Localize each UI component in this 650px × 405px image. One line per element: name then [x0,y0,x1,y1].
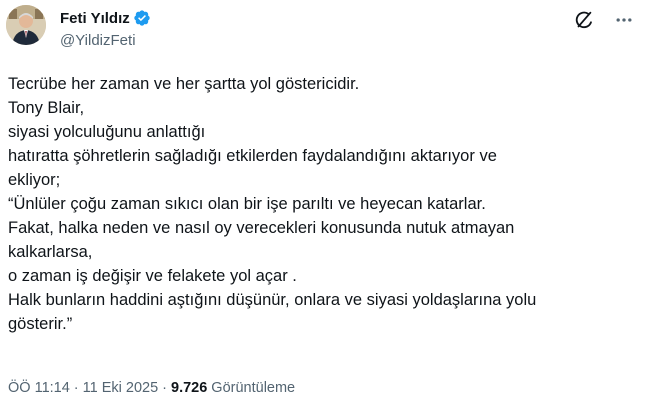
tweet-line: Halk bunların haddini aştığını düşünür, … [8,291,537,309]
tweet-line: Tecrübe her zaman ve her şartta yol göst… [8,75,360,93]
tweet-meta: ÖÖ 11:14 · 11 Eki 2025 · 9.726 Görüntüle… [8,380,295,396]
tweet-line: Tony Blair, [8,99,85,117]
name-row: Feti Yıldız [60,8,151,28]
tweet-line: Fakat, halka neden ve nasıl oy verecekle… [8,219,515,237]
tweet-line: ekliyor; [8,171,61,189]
grok-icon[interactable] [570,6,598,34]
more-horizontal-icon[interactable] [610,6,638,34]
avatar-image [6,5,46,45]
author-block: Feti Yıldız @YildizFeti [60,8,151,51]
avatar[interactable] [6,5,46,45]
tweet-line: hatıratta şöhretlerin sağladığı etkilerd… [8,147,497,165]
views-count: 9.726 [171,380,208,396]
user-handle[interactable]: @YildizFeti [60,31,151,51]
tweet-card: Feti Yıldız @YildizFeti Tecrübe her zama… [0,0,650,405]
tweet-time[interactable]: ÖÖ 11:14 [8,380,70,396]
tweet-line: kalkarlarsa, [8,243,93,261]
tweet-line: “Ünlüler çoğu zaman sıkıcı olan bir işe … [8,195,486,213]
tweet-line: o zaman iş değişir ve felakete yol açar … [8,267,297,285]
display-name[interactable]: Feti Yıldız [60,10,130,27]
verified-badge-icon[interactable] [133,9,151,27]
tweet-text: Tecrübe her zaman ve her şartta yol göst… [8,72,638,336]
tweet-line: gösterir.” [8,315,73,333]
tweet-date[interactable]: 11 Eki 2025 [83,380,159,396]
tweet-top-actions [570,6,638,34]
meta-separator: · [73,380,79,396]
tweet-line: siyasi yolculuğunu anlattığı [8,123,206,141]
views-label: Görüntüleme [211,380,296,396]
meta-separator: · [162,380,167,396]
